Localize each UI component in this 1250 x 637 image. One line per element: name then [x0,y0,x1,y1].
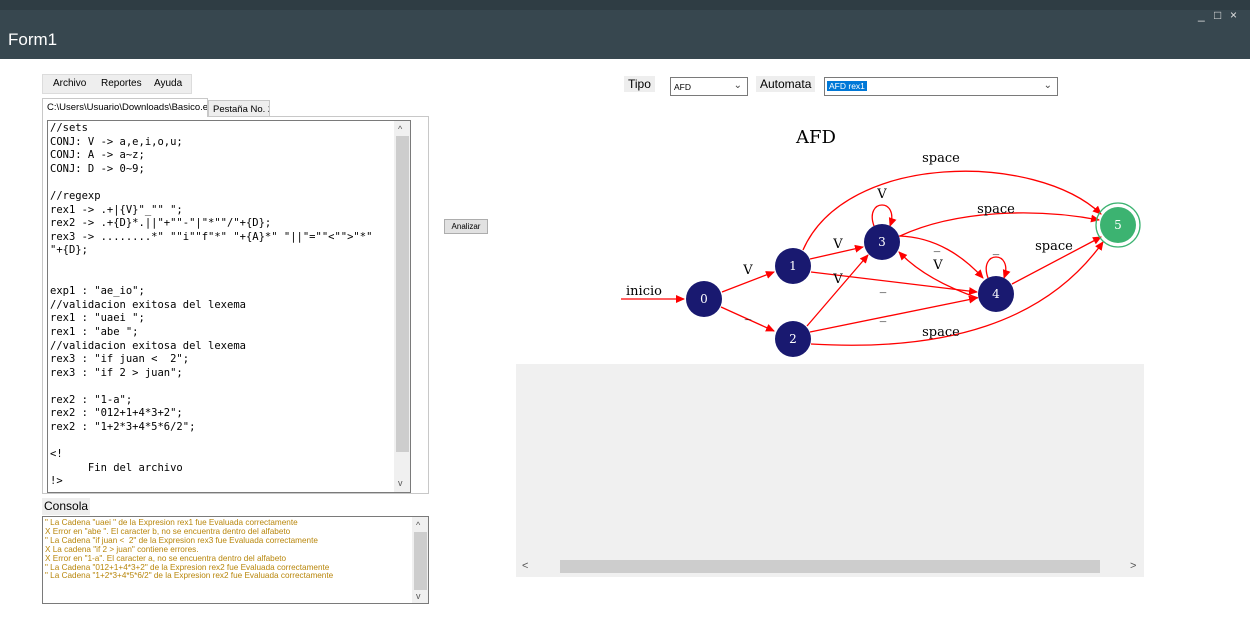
code-line: rex2 : "1-a"; [50,393,133,406]
edge-label-0-2: _ [745,306,752,321]
state-label-2: 2 [789,332,797,346]
edge-label-3-4: _ [934,238,941,253]
code-line: CONJ: V -> a,e,i,o,u; [50,135,183,148]
scroll-down-icon[interactable]: v [398,478,403,488]
automata-select[interactable]: AFD rex1 ⌄ [824,77,1058,96]
code-text[interactable]: //sets CONJ: V -> a,e,i,o,u; CONJ: A -> a~… [50,122,372,489]
chevron-down-icon: ⌄ [1043,80,1052,91]
edge-label-2-4: _ [880,308,887,323]
code-line: rex1 : "uaei "; [50,312,145,325]
graph-edges: inicioV_V_spaceV_spaceV_spaceV_ space [621,151,1104,346]
console-scroll-thumb[interactable] [414,532,427,590]
tipo-value: AFD [674,82,691,92]
automaton-viewer: AFD inicio V _ V _ space V _ space V _ space V _ space… [516,112,1144,577]
code-line: CONJ: A -> a~z; [50,149,145,162]
state-label-0: 0 [700,292,708,306]
title-bar-strip [0,0,1250,10]
analizar-button[interactable]: Analizar [444,219,488,234]
afd-graph: AFD inicioV_V_spaceV_spaceV_spaceV_ space… [621,127,1141,357]
console-output[interactable]: " La Cadena "uaei " de la Expresion rex1… [42,516,429,604]
state-label-1: 1 [789,259,797,273]
scroll-right-icon[interactable]: > [1130,561,1136,572]
code-line: "+{D}; [50,244,88,257]
console-lines: " La Cadena "uaei " de la Expresion rex1… [45,518,334,581]
code-editor[interactable]: //sets CONJ: V -> a,e,i,o,u; CONJ: A -> a~… [47,120,411,493]
code-line: CONJ: D -> 0~9; [50,162,145,175]
scroll-up-icon[interactable]: ^ [398,124,402,134]
viewer-hscrollbar[interactable]: < > [516,556,1144,577]
tab-basico-er[interactable]: C:\Users\Usuario\Downloads\Basico.er [42,98,208,117]
edge-3-3 [871,204,897,227]
menu-archivo[interactable]: Archivo [53,78,86,89]
edge-label-2-3: V [832,272,843,287]
console-line: " La Cadena "1+2*3+4*5*6/2" de la Expres… [45,571,334,581]
code-line: rex2 : "1+2*3+4*5*6/2"; [50,421,196,434]
code-line: //regexp [50,189,101,202]
edge-label-1-3: V [832,237,843,252]
edge-label-0-1: V [742,263,753,278]
code-line: rex3 -> ........*" ""i""f"*" "+{A}*" "||… [50,230,373,243]
console-scrollbar[interactable]: ^ v [412,517,428,603]
chevron-down-icon: ⌄ [733,80,742,91]
tab-pestana-2[interactable]: Pestaña No. 2 [208,100,270,117]
edge-label-4-5: space [1035,239,1073,254]
state-label-3: 3 [878,235,886,249]
console-label: Consola [42,498,90,515]
menu-reportes[interactable]: Reportes [101,78,142,89]
edge-label-3-3: V [876,187,887,202]
edge-label-4-3: V [932,258,943,273]
automata-value: AFD rex1 [827,81,867,91]
code-line: //validacion exitosa del lexema [50,298,246,311]
scroll-down-icon[interactable]: v [416,591,421,601]
code-line: //sets [50,122,88,134]
code-line: !> [50,475,63,488]
editor-panel: //sets CONJ: V -> a,e,i,o,u; CONJ: A -> a~… [42,116,429,494]
edge-4-4 [985,256,1011,279]
code-line: rex2 : "012+1+4*3+2"; [50,407,183,420]
edge-label-4-4: _ [993,241,1000,256]
minimize-icon[interactable]: _ [1198,8,1205,22]
graph-image: AFD inicio V _ V _ space V _ space V _ space V _ space… [516,112,1144,364]
code-line: Fin del archivo [50,461,183,474]
editor-scrollbar[interactable]: ^ v [394,121,410,492]
edge-2-3 [806,254,869,327]
automata-label: Automata [756,76,816,92]
edge-label-3-5: space [977,202,1015,217]
edge-label-1-5: space [922,151,960,166]
editor-scroll-thumb[interactable] [396,136,409,452]
graph-title: AFD [795,127,836,148]
code-line: rex2 -> .+{D}*.||"+""-"|"*""/"+{D}; [50,217,272,230]
start-label: inicio [626,284,662,299]
edge-label-1-4: _ [880,279,887,294]
code-line: rex1 -> .+|{V}"_"" "; [50,203,183,216]
scroll-up-icon[interactable]: ^ [416,520,420,530]
code-line: rex1 : "abe "; [50,325,139,338]
code-line: rex3 : "if juan < 2"; [50,353,190,366]
code-line: rex3 : "if 2 > juan"; [50,366,183,379]
scroll-left-icon[interactable]: < [522,561,528,572]
window-title: Form1 [8,30,58,49]
tipo-label: Tipo [624,76,655,92]
close-icon[interactable]: × [1230,8,1237,22]
edge-label-2-5: space [922,325,960,340]
code-line: exp1 : "ae_io"; [50,285,145,298]
menu-ayuda[interactable]: Ayuda [154,78,182,89]
menu-bar: Archivo Reportes Ayuda [42,74,192,94]
maximize-icon[interactable]: □ [1214,8,1221,22]
tipo-select[interactable]: AFD ⌄ [670,77,748,96]
title-bar: Form1 _ □ × [0,0,1250,59]
viewer-scroll-thumb[interactable] [560,560,1100,573]
code-line: <! [50,448,63,461]
state-label-4: 4 [992,287,1000,301]
state-label-5: 5 [1114,218,1122,232]
code-line: //validacion exitosa del lexema [50,339,246,352]
